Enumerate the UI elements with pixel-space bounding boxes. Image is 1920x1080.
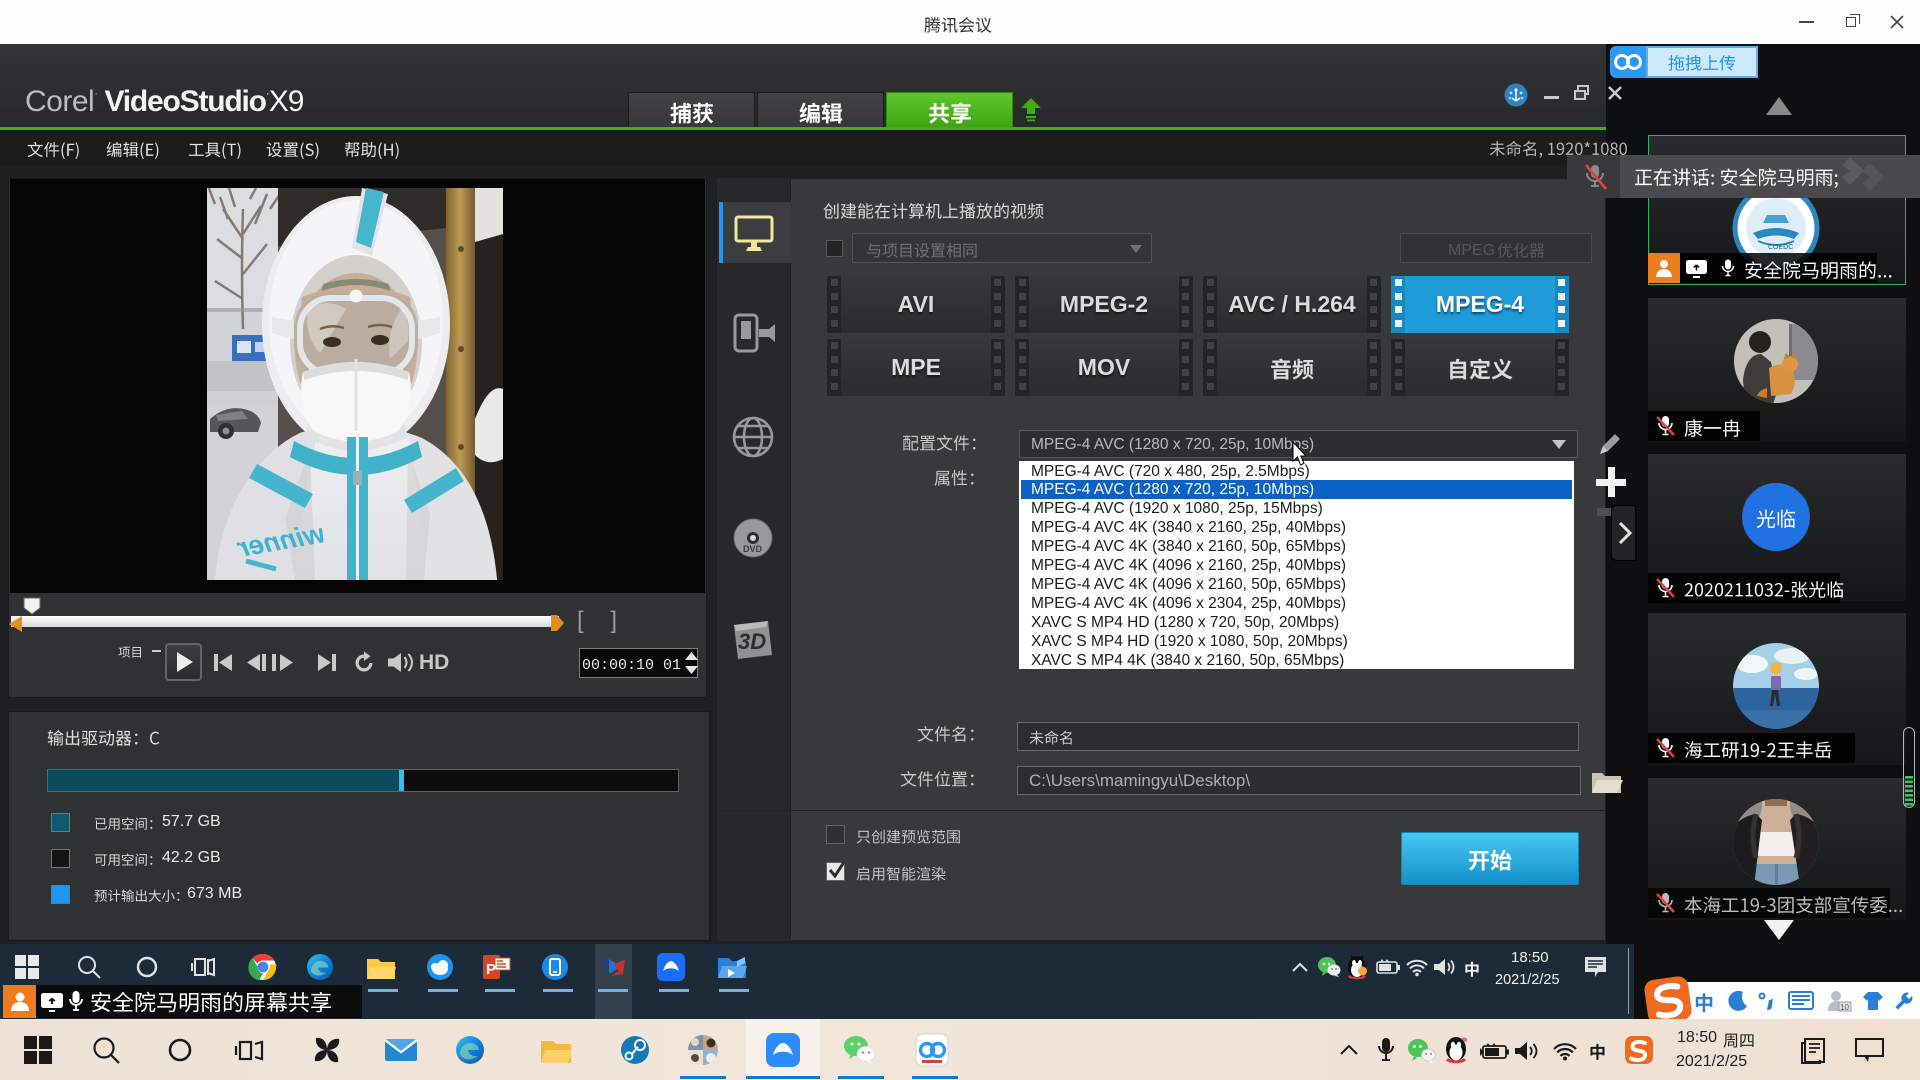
svg-text:3D: 3D bbox=[738, 629, 766, 654]
svg-text:DVD: DVD bbox=[743, 544, 763, 554]
svg-text:P: P bbox=[486, 961, 496, 978]
svg-text:COEDC: COEDC bbox=[1768, 244, 1793, 251]
svg-text:10: 10 bbox=[1840, 1003, 1849, 1012]
